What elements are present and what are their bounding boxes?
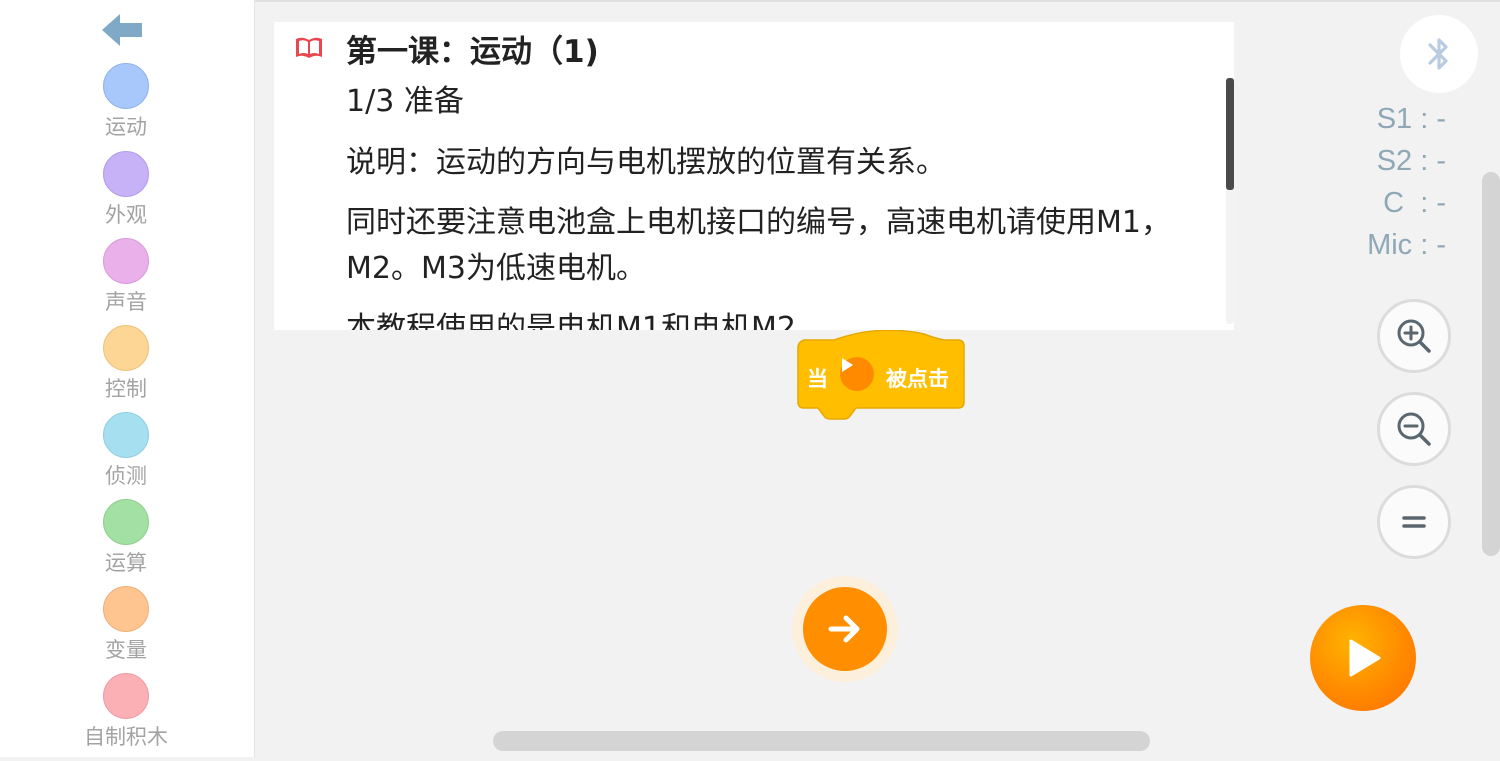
- category-looks[interactable]: 外观: [64, 151, 188, 239]
- category-variables[interactable]: 变量: [64, 586, 188, 674]
- zoom-out-icon: [1397, 412, 1431, 446]
- category-my-blocks[interactable]: 自制积木: [64, 673, 188, 761]
- category-control-dot: [103, 325, 149, 371]
- block-label-when: 当: [807, 367, 828, 391]
- lesson-paragraph: 说明：运动的方向与电机摆放的位置有关系。: [346, 145, 946, 180]
- category-variables-dot: [103, 586, 149, 632]
- next-step-button[interactable]: [803, 587, 887, 671]
- back-arrow-icon: [102, 14, 142, 46]
- category-label: 运动: [105, 115, 147, 139]
- category-label: 声音: [105, 290, 147, 314]
- lesson-step: 1/3 准备: [346, 84, 464, 119]
- play-icon: [1349, 639, 1381, 677]
- category-label: 外观: [105, 203, 147, 227]
- category-motion-dot: [103, 63, 149, 109]
- zoom-reset-icon: [1402, 516, 1426, 528]
- zoom-reset-button[interactable]: [1377, 485, 1451, 559]
- category-label: 控制: [105, 377, 147, 401]
- category-label: 侦测: [105, 464, 147, 488]
- zoom-in-button[interactable]: [1377, 299, 1451, 373]
- category-label: 变量: [105, 638, 147, 662]
- workspace-top-border: [254, 0, 1500, 2]
- workspace-vertical-scrollbar[interactable]: [1482, 172, 1500, 556]
- arrow-right-icon: [828, 615, 860, 643]
- category-my-blocks-dot: [103, 673, 149, 719]
- sensor-c-readout: C : -: [1383, 187, 1446, 219]
- bluetooth-icon: [1428, 38, 1448, 70]
- category-motion[interactable]: 运动: [64, 63, 188, 151]
- category-operators-dot: [103, 499, 149, 545]
- sensor-s2-readout: S2 : -: [1376, 145, 1446, 177]
- lesson-paragraph: 本教程使用的是电机M1和电机M2。: [346, 311, 826, 330]
- lesson-paragraph: 同时还要注意电池盒上电机接口的编号，高速电机请使用M1，M2。M3为低速电机。: [346, 205, 1171, 286]
- category-operators[interactable]: 运算: [64, 499, 188, 587]
- zoom-in-icon: [1397, 319, 1431, 353]
- category-sound[interactable]: 声音: [64, 238, 188, 326]
- category-sidebar: 运动 外观 声音 控制 侦测 运算 变量 自制积木: [0, 0, 255, 757]
- zoom-out-button[interactable]: [1377, 392, 1451, 466]
- category-looks-dot: [103, 151, 149, 197]
- green-flag-icon: [840, 357, 874, 391]
- when-flag-clicked-block[interactable]: 当 被点击: [794, 330, 966, 420]
- lesson-scrollbar-thumb[interactable]: [1226, 78, 1234, 190]
- category-label: 自制积木: [84, 725, 168, 749]
- bluetooth-button[interactable]: [1400, 15, 1478, 93]
- category-label: 运算: [105, 551, 147, 575]
- category-sensing[interactable]: 侦测: [64, 412, 188, 500]
- category-sound-dot: [103, 238, 149, 284]
- category-control[interactable]: 控制: [64, 325, 188, 413]
- book-icon: [294, 36, 324, 60]
- category-sensing-dot: [103, 412, 149, 458]
- lesson-card[interactable]: 第一课：运动（1) 1/3 准备 说明：运动的方向与电机摆放的位置有关系。 同时…: [274, 22, 1234, 330]
- back-button[interactable]: [102, 14, 144, 46]
- sensor-mic-readout: Mic : -: [1367, 229, 1446, 261]
- workspace-horizontal-scrollbar[interactable]: [493, 731, 1150, 751]
- block-label-clicked: 被点击: [886, 367, 949, 391]
- run-program-button[interactable]: [1310, 605, 1416, 711]
- sensor-s1-readout: S1 : -: [1376, 103, 1446, 135]
- lesson-title: 第一课：运动（1): [346, 34, 599, 70]
